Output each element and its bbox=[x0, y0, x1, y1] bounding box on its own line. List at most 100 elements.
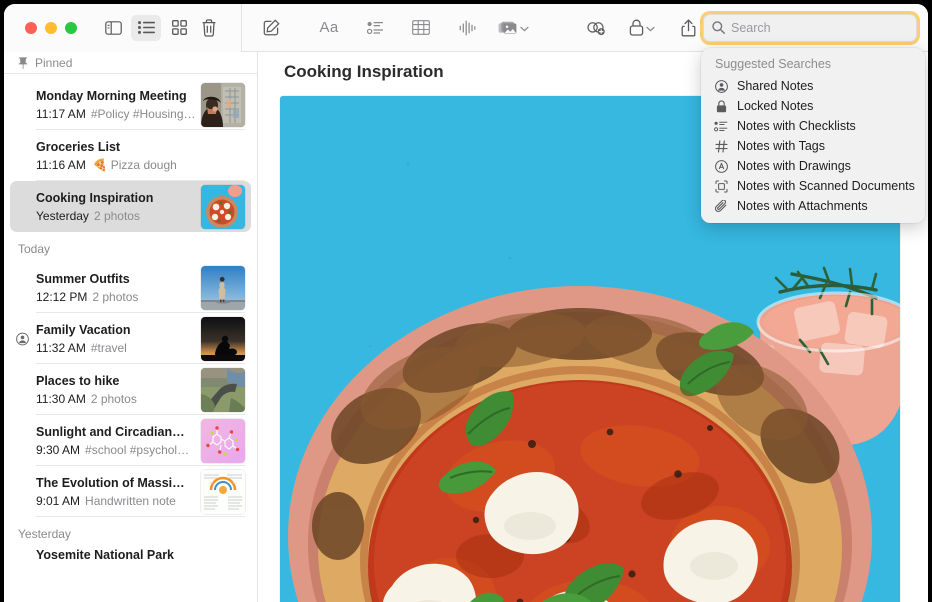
group-label: Today bbox=[18, 242, 50, 256]
notes-list-sidebar[interactable]: Pinned Monday Morning Meeting 11:17 AM #… bbox=[4, 52, 258, 602]
collaborate-button[interactable] bbox=[581, 15, 611, 41]
search-field[interactable] bbox=[703, 14, 917, 42]
note-title: Places to hike bbox=[36, 373, 195, 389]
menu-item-notes-with-checklists[interactable]: Notes with Checklists bbox=[701, 116, 925, 136]
menu-item-label: Notes with Attachments bbox=[737, 199, 868, 213]
share-button[interactable] bbox=[673, 15, 703, 41]
paperclip-icon bbox=[712, 198, 730, 214]
note-preview: Pizza dough bbox=[111, 157, 177, 173]
group-header-pinned: Pinned bbox=[4, 52, 257, 74]
note-title: Cooking Inspiration bbox=[36, 190, 195, 206]
menu-item-label: Locked Notes bbox=[737, 99, 813, 113]
format-label: Aa bbox=[320, 19, 339, 36]
search-container bbox=[703, 14, 917, 42]
note-meta: 9:01 AM Handwritten note bbox=[36, 493, 195, 509]
note-preview: #school #psychol… bbox=[85, 442, 189, 458]
menu-item-notes-with-scanned-documents[interactable]: Notes with Scanned Documents bbox=[701, 176, 925, 196]
note-time: 11:32 AM bbox=[36, 340, 86, 356]
toolbar-editor-section: Aa bbox=[242, 4, 928, 52]
note-thumbnail bbox=[201, 470, 245, 514]
note-list-item[interactable]: Summer Outfits 12:12 PM 2 photos bbox=[10, 262, 251, 313]
note-title: The Evolution of Massi… bbox=[36, 475, 195, 491]
note-meta: 12:12 PM 2 photos bbox=[36, 289, 195, 305]
note-title: Family Vacation bbox=[36, 322, 195, 338]
note-preview: #travel bbox=[91, 340, 127, 356]
note-thumbnail bbox=[201, 368, 245, 412]
note-list-item[interactable]: Monday Morning Meeting 11:17 AM #Policy … bbox=[10, 79, 251, 130]
note-title: Groceries List bbox=[36, 139, 245, 155]
note-preview: Handwritten note bbox=[85, 493, 176, 509]
menu-item-label: Shared Notes bbox=[737, 79, 813, 93]
note-preview: 2 photos bbox=[92, 289, 138, 305]
compose-note-button[interactable] bbox=[256, 15, 286, 41]
lock-button[interactable] bbox=[627, 15, 657, 41]
note-time: 11:30 AM bbox=[36, 391, 86, 407]
note-list-item[interactable]: Family Vacation 11:32 AM #travel bbox=[10, 313, 251, 364]
table-button[interactable] bbox=[406, 15, 436, 41]
note-meta: 11:32 AM #travel bbox=[36, 340, 195, 356]
list-view-button[interactable] bbox=[131, 15, 161, 41]
zoom-button[interactable] bbox=[65, 22, 77, 34]
gallery-view-button[interactable] bbox=[164, 15, 194, 41]
checklist-icon bbox=[712, 118, 730, 134]
toolbar: Aa bbox=[4, 4, 928, 52]
note-thumbnail bbox=[201, 419, 245, 463]
note-preview: 2 photos bbox=[91, 391, 137, 407]
menu-item-label: Notes with Checklists bbox=[737, 119, 856, 133]
scan-icon bbox=[712, 178, 730, 194]
close-button[interactable] bbox=[25, 22, 37, 34]
menu-item-label: Notes with Drawings bbox=[737, 159, 851, 173]
note-list-item-selected[interactable]: Cooking Inspiration Yesterday 2 photos bbox=[10, 181, 251, 232]
menu-item-locked-notes[interactable]: Locked Notes bbox=[701, 96, 925, 116]
sidebar-toggle-button[interactable] bbox=[98, 15, 128, 41]
suggested-searches-header: Suggested Searches bbox=[701, 53, 925, 76]
media-button[interactable] bbox=[498, 15, 529, 41]
note-meta: 11:17 AM #Policy #Housing… bbox=[36, 106, 195, 122]
note-list-item[interactable]: Places to hike 11:30 AM 2 photos bbox=[10, 364, 251, 415]
chevron-down-icon[interactable] bbox=[520, 19, 529, 37]
note-preview: #Policy #Housing… bbox=[91, 106, 195, 122]
menu-item-notes-with-attachments[interactable]: Notes with Attachments bbox=[701, 196, 925, 216]
menu-item-label: Notes with Tags bbox=[737, 139, 825, 153]
note-time: Yesterday bbox=[36, 208, 89, 224]
notes-window: Aa bbox=[4, 4, 928, 602]
toolbar-sidebar-section bbox=[4, 4, 242, 52]
note-time: 9:01 AM bbox=[36, 493, 80, 509]
pin-icon bbox=[18, 57, 28, 69]
menu-item-notes-with-tags[interactable]: Notes with Tags bbox=[701, 136, 925, 156]
note-list-item[interactable]: Yosemite National Park bbox=[10, 547, 251, 573]
minimize-button[interactable] bbox=[45, 22, 57, 34]
suggested-searches-menu: Suggested Searches Shared Notes Locked N… bbox=[701, 48, 925, 223]
checklist-button[interactable] bbox=[360, 15, 390, 41]
menu-item-shared-notes[interactable]: Shared Notes bbox=[701, 76, 925, 96]
note-title: Monday Morning Meeting bbox=[36, 88, 195, 104]
shared-note-icon bbox=[16, 332, 29, 345]
group-header-yesterday: Yesterday bbox=[4, 517, 257, 547]
note-thumbnail bbox=[201, 185, 245, 229]
note-list-item[interactable]: Sunlight and Circadian… 9:30 AM #school … bbox=[10, 415, 251, 466]
note-time: 9:30 AM bbox=[36, 442, 80, 458]
note-list-item[interactable]: Groceries List 11:16 AM 🍕 Pizza dough bbox=[10, 130, 251, 181]
note-time: 12:12 PM bbox=[36, 289, 87, 305]
drawing-circle-icon bbox=[712, 158, 730, 174]
chevron-down-icon[interactable] bbox=[646, 19, 655, 37]
note-thumbnail bbox=[201, 266, 245, 310]
search-input[interactable] bbox=[731, 21, 899, 35]
audio-recording-button[interactable] bbox=[452, 15, 482, 41]
format-button[interactable]: Aa bbox=[314, 15, 344, 41]
note-list-item[interactable]: The Evolution of Massi… 9:01 AM Handwrit… bbox=[10, 466, 251, 517]
hashtag-icon bbox=[712, 138, 730, 154]
menu-item-label: Notes with Scanned Documents bbox=[737, 179, 915, 193]
note-time: 11:17 AM bbox=[36, 106, 86, 122]
window-controls bbox=[25, 22, 77, 34]
note-meta: Yesterday 2 photos bbox=[36, 208, 195, 224]
delete-button[interactable] bbox=[194, 15, 224, 41]
view-mode-buttons bbox=[98, 15, 194, 41]
note-thumbnail bbox=[201, 83, 245, 127]
note-title: Yosemite National Park bbox=[36, 547, 245, 563]
menu-item-notes-with-drawings[interactable]: Notes with Drawings bbox=[701, 156, 925, 176]
note-title: Summer Outfits bbox=[36, 271, 195, 287]
note-meta: 11:16 AM 🍕 Pizza dough bbox=[36, 157, 245, 173]
note-title: Sunlight and Circadian… bbox=[36, 424, 195, 440]
note-meta: 9:30 AM #school #psychol… bbox=[36, 442, 195, 458]
